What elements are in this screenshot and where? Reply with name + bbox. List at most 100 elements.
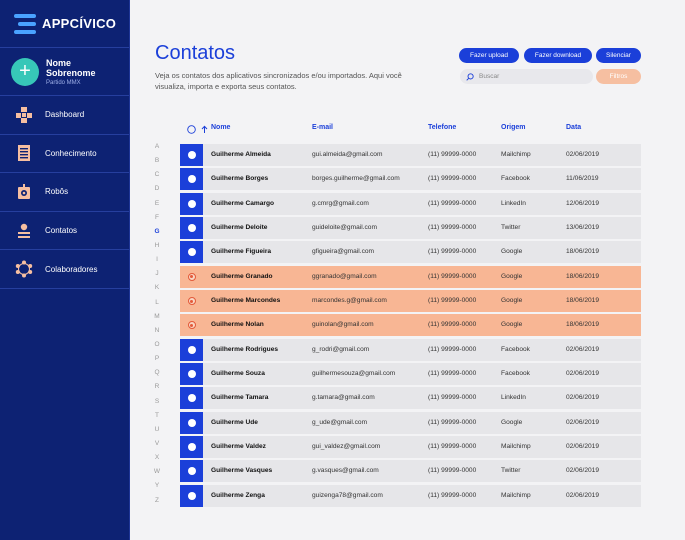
table-row[interactable]: Guilherme Ude g_ude@gmail.com (11) 99999-0… xyxy=(180,411,641,434)
row-checkbox[interactable] xyxy=(187,224,196,233)
column-header-email[interactable]: E-mail xyxy=(312,124,333,131)
alphabet-letter[interactable]: G xyxy=(152,228,162,242)
row-checkbox-cell[interactable] xyxy=(180,144,203,166)
alphabet-letter[interactable]: H xyxy=(152,242,162,256)
upload-button[interactable]: Fazer upload xyxy=(459,48,519,63)
row-checkbox-cell[interactable] xyxy=(180,192,203,215)
table-row[interactable]: Guilherme Vasques g.vasques@gmail.com (11)… xyxy=(180,460,641,483)
table-row[interactable]: Guilherme Rodrigues g_rodri@gmail.com (11)… xyxy=(180,338,641,361)
cell-origin: Mailchimp xyxy=(501,151,531,158)
table-row[interactable]: Guilherme Almeida gui.almeida@gmail.com (1… xyxy=(180,144,641,166)
alphabet-letter[interactable]: W xyxy=(152,468,162,482)
alphabet-letter[interactable]: S xyxy=(152,398,162,412)
row-checkbox-cell[interactable] xyxy=(180,338,203,361)
alphabet-letter[interactable]: V xyxy=(152,440,162,454)
row-checkbox[interactable] xyxy=(187,151,196,159)
row-checkbox-cell[interactable] xyxy=(180,387,203,410)
row-checkbox[interactable] xyxy=(187,394,196,403)
alphabet-letter[interactable]: A xyxy=(152,143,162,157)
cell-name: Guilherme Rodrigues xyxy=(211,345,279,353)
row-checkbox[interactable] xyxy=(187,418,196,427)
table-row[interactable]: Guilherme Borges borges.guilherme@gmail.c… xyxy=(180,168,641,191)
table-row[interactable]: Guilherme Zenga guizenga78@gmail.com (11) … xyxy=(180,484,641,507)
column-header-date[interactable]: Data xyxy=(566,124,581,131)
row-checkbox[interactable] xyxy=(187,370,196,379)
row-checkbox-cell[interactable] xyxy=(180,241,203,264)
sidebar-item-robos[interactable]: Robôs xyxy=(0,173,129,212)
filters-button[interactable]: Filtros xyxy=(596,69,641,84)
table-row[interactable]: Guilherme Marcondes marcondes.g@gmail.com… xyxy=(180,290,641,313)
row-checkbox[interactable] xyxy=(187,248,196,257)
table-row[interactable]: Guilherme Souza guilhermesouza@gmail.com (… xyxy=(180,363,641,386)
select-all-checkbox[interactable] xyxy=(187,125,196,136)
table-row[interactable]: Guilherme Tamara g.tamara@gmail.com (11) 9… xyxy=(180,387,641,410)
search-input[interactable] xyxy=(479,73,589,80)
alphabet-letter[interactable]: J xyxy=(152,270,162,284)
avatar-add-icon[interactable]: + xyxy=(11,57,39,86)
alphabet-letter[interactable]: Q xyxy=(152,369,162,383)
alphabet-letter[interactable]: F xyxy=(152,214,162,228)
row-checkbox-cell[interactable] xyxy=(180,314,203,337)
alphabet-letter[interactable]: N xyxy=(152,327,162,341)
alphabet-letter[interactable]: C xyxy=(152,171,162,185)
sidebar-item-contatos[interactable]: Contatos xyxy=(0,212,129,251)
brand[interactable]: APPCÍVICO xyxy=(0,0,129,48)
mute-button[interactable]: Silenciar xyxy=(596,48,641,63)
column-header-phone[interactable]: Telefone xyxy=(428,124,456,131)
cell-email: guilhermesouza@gmail.com xyxy=(312,370,396,378)
row-checkbox-cell[interactable] xyxy=(180,168,203,191)
cell-name: Guilherme Figueira xyxy=(211,248,272,256)
row-checkbox-cell[interactable] xyxy=(180,411,203,434)
row-checkbox[interactable] xyxy=(187,321,196,330)
alphabet-letter[interactable]: E xyxy=(152,200,162,214)
alphabet-letter[interactable]: I xyxy=(152,256,162,270)
column-header-origin[interactable]: Origem xyxy=(501,124,526,131)
sidebar-item-dashboard[interactable]: Dashboard xyxy=(0,96,129,135)
row-checkbox-cell[interactable] xyxy=(180,290,203,313)
cell-name: Guilherme Zenga xyxy=(211,491,265,499)
table-row[interactable]: Guilherme Figueira gfigueira@gmail.com (11… xyxy=(180,241,641,264)
arrow-up-icon[interactable] xyxy=(201,125,208,136)
column-header-name[interactable]: Nome xyxy=(211,124,230,131)
row-checkbox[interactable] xyxy=(187,297,196,306)
user-profile[interactable]: + Nome Sobrenome Partido MMX xyxy=(0,48,129,96)
search-bar[interactable] xyxy=(460,69,593,84)
alphabet-letter[interactable]: P xyxy=(152,355,162,369)
alphabet-letter[interactable]: O xyxy=(152,341,162,355)
alphabet-letter[interactable]: Z xyxy=(152,497,162,511)
table-row[interactable]: Guilherme Nolan guinolan@gmail.com (11) 99… xyxy=(180,314,641,337)
row-checkbox[interactable] xyxy=(187,272,196,281)
row-checkbox-cell[interactable] xyxy=(180,460,203,483)
alphabet-letter[interactable]: Y xyxy=(152,482,162,496)
cell-phone: (11) 99999-0000 xyxy=(428,491,477,499)
alphabet-letter[interactable]: X xyxy=(152,454,162,468)
table-row[interactable]: Guilherme Granado ggranado@gmail.com (11) … xyxy=(180,265,641,288)
alphabet-letter[interactable]: M xyxy=(152,313,162,327)
row-checkbox-cell[interactable] xyxy=(180,217,203,240)
alphabet-letter[interactable]: K xyxy=(152,284,162,298)
alphabet-letter[interactable]: B xyxy=(152,157,162,171)
alphabet-letter[interactable]: L xyxy=(152,299,162,313)
row-checkbox[interactable] xyxy=(187,345,196,354)
row-checkbox[interactable] xyxy=(187,199,196,208)
alphabet-letter[interactable]: R xyxy=(152,383,162,397)
alphabet-letter[interactable]: D xyxy=(152,185,162,199)
row-checkbox[interactable] xyxy=(187,443,196,452)
table-row[interactable]: Guilherme Deloite guideloite@gmail.com (11… xyxy=(180,217,641,240)
row-checkbox-cell[interactable] xyxy=(180,436,203,459)
row-checkbox-cell[interactable] xyxy=(180,265,203,288)
row-checkbox[interactable] xyxy=(187,491,196,500)
sidebar-item-conhecimento[interactable]: Conhecimento xyxy=(0,135,129,174)
alphabet-letter[interactable]: T xyxy=(152,412,162,426)
cell-email: marcondes.g@gmail.com xyxy=(312,297,387,305)
table-row[interactable]: Guilherme Valdez gui_valdez@gmail.com (11)… xyxy=(180,436,641,459)
dashboard-icon xyxy=(15,106,33,124)
alphabet-letter[interactable]: U xyxy=(152,426,162,440)
row-checkbox-cell[interactable] xyxy=(180,363,203,386)
row-checkbox[interactable] xyxy=(187,175,196,184)
row-checkbox-cell[interactable] xyxy=(180,484,203,507)
sidebar-item-colaboradores[interactable]: Colaboradores xyxy=(0,250,129,289)
table-row[interactable]: Guilherme Camargo g.cmrg@gmail.com (11) 99… xyxy=(180,192,641,215)
download-button[interactable]: Fazer download xyxy=(524,48,592,63)
row-checkbox[interactable] xyxy=(187,467,196,476)
